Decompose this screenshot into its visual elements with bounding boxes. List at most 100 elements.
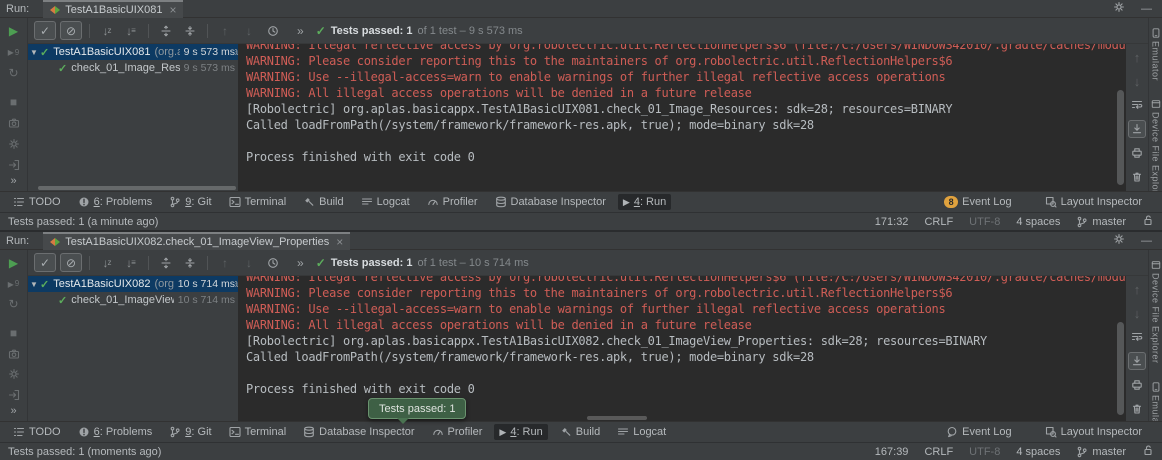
test-history-icon[interactable] [263, 253, 283, 272]
up-stack-trace-icon[interactable]: ↑ [1128, 48, 1146, 66]
exit-icon[interactable] [0, 154, 27, 175]
show-ignored-button[interactable]: ⊘ [60, 253, 82, 272]
toolwindow-run[interactable]: ▶4: Run [618, 194, 671, 210]
stop-icon[interactable]: ■ [0, 323, 27, 344]
stop-icon[interactable]: ■ [0, 92, 27, 113]
trash-icon[interactable] [1128, 400, 1146, 418]
toolwindow-build[interactable]: Build [298, 194, 348, 210]
run-config-tab[interactable]: TestA1BasicUIX081 × [43, 0, 183, 18]
rerun-failed-tests-icon[interactable]: ▸9 [0, 274, 27, 295]
toolwindow-logcat[interactable]: Logcat [356, 194, 415, 210]
expand-all-icon[interactable] [156, 253, 176, 272]
soft-wrap-icon[interactable] [1128, 96, 1146, 114]
tree-hscrollbar-thumb[interactable] [38, 186, 236, 190]
show-passed-button[interactable]: ✓ [34, 21, 56, 40]
collapse-all-icon[interactable] [180, 253, 200, 272]
rerun-failed-tests-icon[interactable]: ▸9 [0, 42, 27, 63]
up-stack-trace-icon[interactable]: ↑ [1128, 280, 1146, 298]
left-toolbar-more-icon[interactable]: » [10, 175, 16, 187]
tool-window-button-device-file-explorer[interactable]: Device File Explorer [1151, 99, 1161, 203]
left-toolbar-more-icon[interactable]: » [10, 405, 16, 417]
console-vscrollbar-thumb[interactable] [1117, 90, 1124, 185]
line-ending[interactable]: CRLF [924, 216, 953, 228]
toolwindow-todo[interactable]: TODO [8, 424, 66, 440]
sort-alphabetically-icon[interactable]: ↓z [97, 21, 117, 40]
toolwindow-database-inspector[interactable]: Database Inspector [490, 194, 611, 210]
layout-inspector-button[interactable]: Layout Inspector [1040, 194, 1147, 210]
collapse-all-icon[interactable] [180, 21, 200, 40]
status-message[interactable]: Tests passed: 1 (a minute ago) [8, 216, 158, 228]
run-config-tab[interactable]: TestA1BasicUIX082.check_01_ImageView_Pro… [43, 232, 350, 250]
unlock-icon[interactable] [1142, 214, 1154, 229]
git-branch-widget[interactable]: master [1076, 446, 1126, 458]
scroll-to-end-icon[interactable] [1128, 120, 1146, 138]
console-hscrollbar-thumb[interactable] [587, 416, 647, 420]
printer-icon[interactable] [1128, 376, 1146, 394]
toolwindow-terminal[interactable]: Terminal [224, 424, 292, 440]
camera-icon[interactable] [0, 343, 27, 364]
gear-bug-icon[interactable] [0, 133, 27, 154]
status-message[interactable]: Tests passed: 1 (moments ago) [8, 446, 161, 458]
unlock-icon[interactable] [1142, 444, 1154, 459]
more-actions-icon[interactable]: » [297, 256, 304, 270]
settings-gear-icon[interactable] [1113, 1, 1125, 16]
indent-style[interactable]: 4 spaces [1016, 216, 1060, 228]
expand-all-icon[interactable] [156, 21, 176, 40]
gear-bug-icon[interactable] [0, 364, 27, 385]
toggle-auto-test-icon[interactable]: ↻ [0, 63, 27, 84]
rerun-tests-icon[interactable]: ▶ [0, 253, 27, 274]
next-occurrence-icon[interactable]: ↓ [239, 21, 259, 40]
toolwindow-profiler[interactable]: Profiler [427, 424, 488, 440]
tests-passed-balloon[interactable]: Tests passed: 1 [368, 398, 466, 419]
show-ignored-button[interactable]: ⊘ [60, 21, 82, 40]
console-vscrollbar-thumb[interactable] [1117, 322, 1124, 415]
toolwindow-profiler[interactable]: Profiler [422, 194, 483, 210]
close-tab-icon[interactable]: × [336, 237, 343, 247]
scroll-to-end-icon[interactable] [1128, 352, 1146, 370]
caret-position[interactable]: 167:39 [875, 446, 909, 458]
exit-icon[interactable] [0, 384, 27, 405]
printer-icon[interactable] [1128, 144, 1146, 162]
soft-wrap-icon[interactable] [1128, 328, 1146, 346]
encoding[interactable]: UTF-8 [969, 446, 1000, 458]
hide-icon[interactable]: — [1141, 3, 1152, 15]
down-stack-trace-icon[interactable]: ↓ [1128, 304, 1146, 322]
settings-gear-icon[interactable] [1113, 233, 1125, 248]
show-passed-button[interactable]: ✓ [34, 253, 56, 272]
toolwindow-logcat[interactable]: Logcat [612, 424, 671, 440]
test-case-row[interactable]: ✓ check_01_Image_Resources 9 s 573 ms [28, 60, 238, 76]
tool-window-button-device-file-explorer[interactable]: Device File Explorer [1151, 260, 1161, 364]
tool-window-button-emulator[interactable]: Emulator [1151, 28, 1161, 81]
rerun-tests-icon[interactable]: ▶ [0, 21, 27, 42]
line-ending[interactable]: CRLF [924, 446, 953, 458]
toggle-auto-test-icon[interactable]: ↻ [0, 294, 27, 315]
toolwindow-database-inspector[interactable]: Database Inspector [298, 424, 419, 440]
toolwindow-todo[interactable]: TODO [8, 194, 66, 210]
test-case-row[interactable]: ✓ check_01_ImageView_Properties 10 s 714… [28, 292, 238, 308]
down-stack-trace-icon[interactable]: ↓ [1128, 72, 1146, 90]
toolwindow-build[interactable]: Build [555, 424, 605, 440]
expand-chevron-icon[interactable]: ▼ [28, 48, 40, 57]
camera-icon[interactable] [0, 112, 27, 133]
toolwindow-git[interactable]: 9: Git [164, 424, 216, 440]
encoding[interactable]: UTF-8 [969, 216, 1000, 228]
event-log-button[interactable]: Event Log [941, 424, 1017, 440]
expand-chevron-icon[interactable]: ▼ [28, 280, 40, 289]
layout-inspector-button[interactable]: Layout Inspector [1040, 424, 1147, 440]
toolwindow-problems[interactable]: 6: Problems [73, 194, 158, 210]
caret-position[interactable]: 171:32 [875, 216, 909, 228]
previous-occurrence-icon[interactable]: ↑ [215, 21, 235, 40]
toolwindow-terminal[interactable]: Terminal [224, 194, 292, 210]
toolwindow-run[interactable]: ▶4: Run [494, 424, 547, 440]
previous-occurrence-icon[interactable]: ↑ [215, 253, 235, 272]
next-occurrence-icon[interactable]: ↓ [239, 253, 259, 272]
toolwindow-git[interactable]: 9: Git [164, 194, 216, 210]
hide-icon[interactable]: — [1141, 235, 1152, 247]
toolwindow-problems[interactable]: 6: Problems [73, 424, 158, 440]
event-log-button[interactable]: 8Event Log [939, 194, 1017, 210]
test-suite-row[interactable]: ▼ ✓ TestA1BasicUIX081 (org.aplas.basica … [28, 44, 238, 60]
sort-by-duration-icon[interactable]: ↓≡ [121, 253, 141, 272]
trash-icon[interactable] [1128, 168, 1146, 186]
sort-by-duration-icon[interactable]: ↓≡ [121, 21, 141, 40]
close-tab-icon[interactable]: × [169, 5, 176, 15]
